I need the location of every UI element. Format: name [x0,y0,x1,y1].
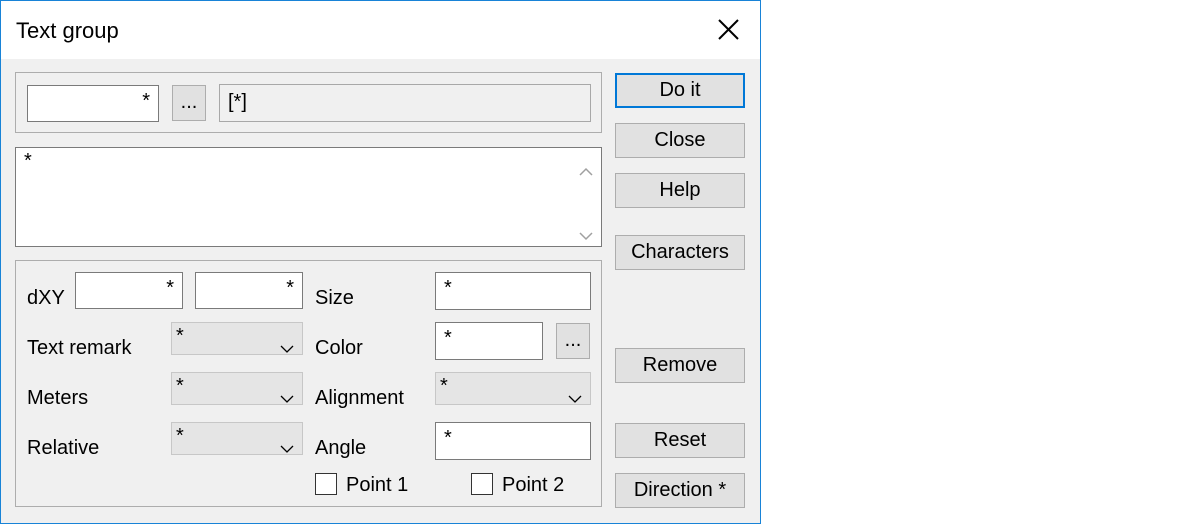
scroll-down-icon[interactable] [578,224,594,247]
text-remark-value: * [176,325,184,347]
code-group: * ... [*] [15,72,602,133]
point1-checkbox[interactable] [315,473,337,495]
scroll-up-icon[interactable] [578,160,594,183]
meters-label: Meters [27,387,89,409]
title-bar: Text group [1,1,760,59]
dy-field[interactable]: * [195,272,303,309]
color-browse-button[interactable]: ... [556,323,590,359]
remove-button[interactable]: Remove [615,348,745,383]
name-display: [*] [219,84,591,122]
color-label: Color [315,337,363,359]
chevron-down-icon [568,384,582,410]
close-button[interactable]: Close [615,123,745,158]
alignment-select[interactable]: * [435,372,591,405]
color-field[interactable]: * [435,322,543,360]
alignment-value: * [440,375,448,397]
relative-select[interactable]: * [171,422,303,455]
text-group-dialog: Text group * ... [*] * dXY * * Text rema… [0,0,761,524]
text-scrollbar[interactable] [571,148,601,246]
parameters-group: dXY * * Text remark * Meters * Relative … [15,260,602,507]
meters-select[interactable]: * [171,372,303,405]
angle-label: Angle [315,437,367,459]
window-title: Text group [16,18,119,43]
text-area-content: * [24,150,32,172]
chevron-down-icon [280,334,294,360]
point2-label: Point 2 [502,474,565,496]
text-remark-select[interactable]: * [171,322,303,355]
text-remark-label: Text remark [27,337,132,359]
code-browse-button[interactable]: ... [172,85,206,121]
chevron-down-icon [280,384,294,410]
direction-button[interactable]: Direction * [615,473,745,508]
code-field[interactable]: * [27,85,159,122]
angle-field[interactable]: * [435,422,591,460]
help-button[interactable]: Help [615,173,745,208]
alignment-label: Alignment [315,387,404,409]
characters-button[interactable]: Characters [615,235,745,270]
meters-value: * [176,375,184,397]
text-area[interactable]: * [15,147,602,247]
chevron-down-icon [280,434,294,460]
reset-button[interactable]: Reset [615,423,745,458]
do-it-button[interactable]: Do it [615,73,745,108]
size-field[interactable]: * [435,272,591,310]
point1-label: Point 1 [346,474,409,496]
relative-value: * [176,425,184,447]
point2-checkbox[interactable] [471,473,493,495]
size-label: Size [315,287,354,309]
dxy-label: dXY [27,287,65,309]
close-icon[interactable] [707,10,751,50]
relative-label: Relative [27,437,100,459]
dx-field[interactable]: * [75,272,183,309]
